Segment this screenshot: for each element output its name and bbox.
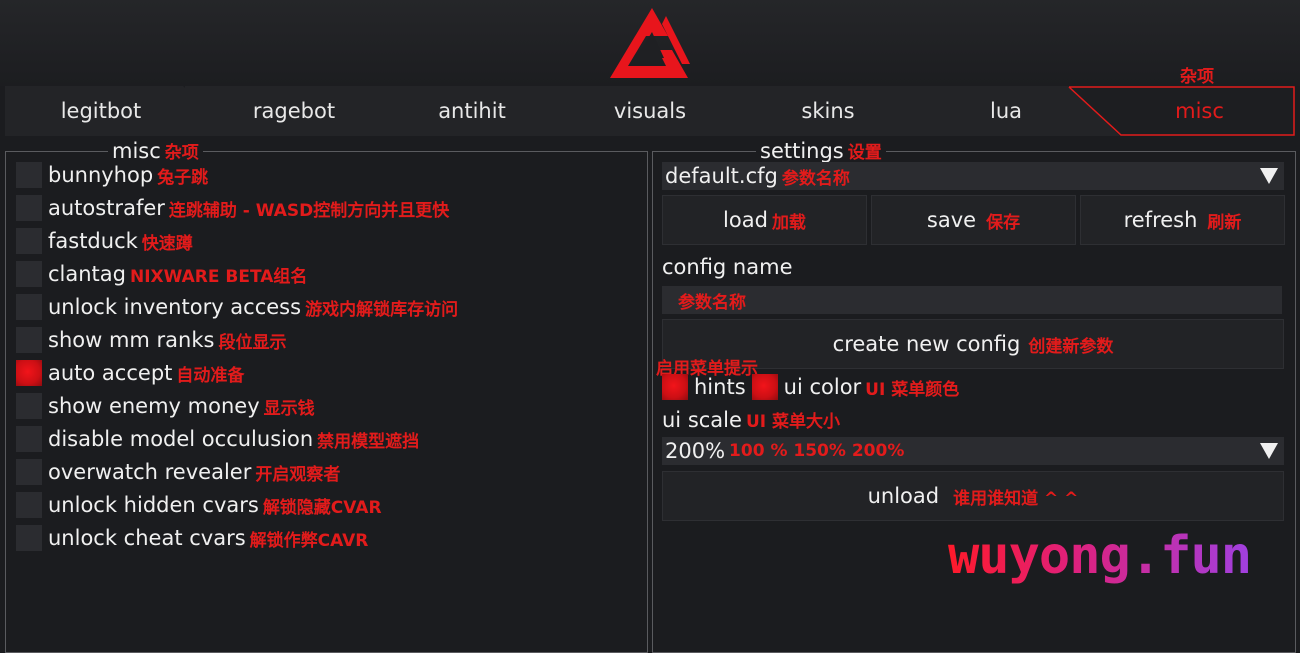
- config-name-field[interactable]: 参数名称: [662, 286, 1282, 314]
- button-label: unload: [867, 484, 940, 508]
- ui-scale-options-note: 100 % 150% 200%: [729, 441, 905, 461]
- option-checkbox[interactable]: [16, 393, 42, 419]
- option-note: 连跳辅助 - WASD控制方向并且更快: [168, 200, 450, 221]
- misc-option-row[interactable]: fastduck 快速蹲: [16, 227, 193, 255]
- option-note: 游戏内解锁库存访问: [305, 299, 459, 320]
- tab-label: ragebot: [252, 99, 336, 123]
- header-bar: [0, 0, 1300, 86]
- ui-scale-label-row: ui scale UI 菜单大小: [662, 407, 840, 432]
- button-label: load: [723, 208, 768, 232]
- option-note: NIXWARE BETA组名: [130, 266, 308, 287]
- save-button[interactable]: save 保存: [871, 195, 1076, 245]
- option-note: 显示钱: [263, 398, 315, 419]
- misc-option-row[interactable]: unlock hidden cvars 解锁隐藏CVAR: [16, 491, 382, 519]
- misc-panel: misc 杂项 bunnyhop 兔子跳 autostrafer 连跳辅助 - WASD…: [5, 139, 648, 653]
- option-checkbox[interactable]: [16, 525, 42, 551]
- option-note: 开启观察者: [255, 464, 341, 485]
- option-label: disable model occulusion: [48, 427, 314, 451]
- panel-title-note: 设置: [847, 143, 882, 163]
- refresh-button[interactable]: refresh 刷新: [1080, 195, 1285, 245]
- button-note: 加载: [771, 212, 806, 233]
- misc-option-row[interactable]: show enemy money 显示钱: [16, 392, 315, 420]
- ui-scale-value: 200%: [665, 439, 726, 463]
- option-note: 快速蹲: [141, 233, 193, 254]
- option-checkbox[interactable]: [16, 162, 42, 188]
- misc-option-row[interactable]: bunnyhop 兔子跳: [16, 161, 208, 189]
- option-label: fastduck: [48, 229, 138, 253]
- option-note: 自动准备: [176, 365, 245, 386]
- hints-row: hints ui color UI 菜单颜色: [662, 373, 959, 401]
- misc-option-row[interactable]: show mm ranks 段位显示: [16, 326, 286, 354]
- site-watermark: wuyong.fun: [948, 526, 1252, 586]
- option-label: unlock cheat cvars: [48, 526, 246, 550]
- config-select[interactable]: default.cfg 参数名称: [662, 162, 1284, 190]
- option-label: unlock inventory access: [48, 295, 302, 319]
- option-checkbox[interactable]: [16, 426, 42, 452]
- button-label: create new config: [832, 332, 1021, 356]
- tab-label: antihit: [438, 99, 506, 123]
- option-label: unlock hidden cvars: [48, 493, 259, 517]
- option-checkbox[interactable]: [16, 459, 42, 485]
- tab-label: misc: [1175, 99, 1224, 123]
- option-checkbox[interactable]: [16, 261, 42, 287]
- panel-title-note: 杂项: [164, 143, 199, 163]
- option-label: overwatch revealer: [48, 460, 252, 484]
- tab-annotation: 杂项: [1180, 67, 1214, 87]
- option-note: 段位显示: [218, 332, 287, 353]
- hints-checkbox[interactable]: [662, 374, 688, 400]
- option-label: show enemy money: [48, 394, 260, 418]
- button-label: refresh: [1123, 208, 1198, 232]
- ui-color-label: ui color: [783, 375, 862, 399]
- misc-option-row[interactable]: overwatch revealer 开启观察者: [16, 458, 340, 486]
- tab-label: skins: [801, 99, 855, 123]
- misc-option-row[interactable]: autostrafer 连跳辅助 - WASD控制方向并且更快: [16, 194, 449, 222]
- panel-title-text: misc: [112, 139, 161, 163]
- option-note: 禁用模型遮挡: [317, 431, 420, 452]
- button-note: 创建新参数: [1028, 336, 1114, 357]
- misc-option-row[interactable]: clantag NIXWARE BETA组名: [16, 260, 307, 288]
- ui-scale-note: UI 菜单大小: [745, 412, 840, 432]
- option-checkbox[interactable]: [16, 492, 42, 518]
- misc-option-row[interactable]: disable model occulusion 禁用模型遮挡: [16, 425, 419, 453]
- ui-color-swatch[interactable]: [751, 374, 778, 400]
- main-tabs: legitbot ragebot antihit visuals skins l…: [5, 86, 1295, 136]
- config-select-value: default.cfg: [665, 164, 778, 188]
- hints-label: hints: [694, 375, 746, 399]
- option-label: auto accept: [48, 361, 173, 385]
- button-note: 谁用谁知道 ^ ^: [953, 488, 1079, 509]
- option-label: autostrafer: [48, 196, 165, 220]
- ui-scale-select[interactable]: 200% 100 % 150% 200%: [662, 437, 1284, 465]
- button-note: 刷新: [1207, 212, 1242, 233]
- config-name-placeholder: 参数名称: [678, 292, 746, 313]
- unload-button[interactable]: unload 谁用谁知道 ^ ^: [662, 471, 1284, 521]
- ui-scale-label: ui scale: [662, 408, 742, 432]
- option-label: bunnyhop: [48, 163, 154, 187]
- misc-option-row[interactable]: unlock inventory access 游戏内解锁库存访问: [16, 293, 458, 321]
- panel-title-text: settings: [760, 139, 844, 163]
- config-select-note: 参数名称: [781, 168, 850, 189]
- option-note: 解锁隐藏CVAR: [262, 497, 382, 518]
- tab-label: visuals: [613, 99, 687, 123]
- config-name-label: config name: [662, 255, 793, 279]
- option-checkbox[interactable]: [16, 228, 42, 254]
- chevron-down-icon: [1260, 168, 1278, 184]
- tab-label: lua: [989, 99, 1022, 123]
- button-note: 保存: [986, 212, 1021, 233]
- option-label: show mm ranks: [48, 328, 215, 352]
- option-checkbox[interactable]: [16, 294, 42, 320]
- misc-option-row[interactable]: auto accept 自动准备: [16, 359, 244, 387]
- button-label: save: [926, 208, 977, 232]
- brand-logo: [610, 8, 690, 78]
- tab-label: legitbot: [60, 99, 142, 123]
- chevron-down-icon: [1260, 443, 1278, 459]
- option-checkbox[interactable]: [16, 327, 42, 353]
- option-label: clantag: [48, 262, 126, 286]
- load-button[interactable]: load 加载: [662, 195, 867, 245]
- misc-option-row[interactable]: unlock cheat cvars 解锁作弊CAVR: [16, 524, 368, 552]
- option-note: 兔子跳: [157, 167, 209, 188]
- ui-color-note: UI 菜单颜色: [865, 379, 960, 400]
- option-note: 解锁作弊CAVR: [249, 530, 369, 551]
- option-checkbox[interactable]: [16, 195, 42, 221]
- option-checkbox[interactable]: [16, 360, 42, 386]
